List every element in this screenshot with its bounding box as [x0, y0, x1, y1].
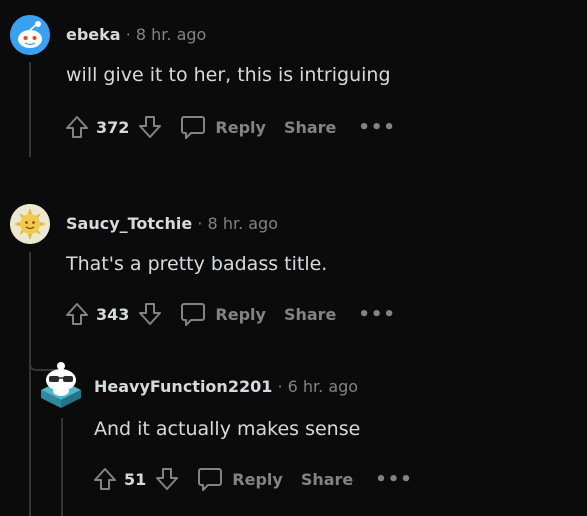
timestamp[interactable]: 6 hr. ago — [288, 377, 358, 396]
user-avatar[interactable] — [38, 358, 84, 408]
comment-text: And it actually makes sense — [94, 418, 361, 440]
vote-score: 51 — [124, 469, 147, 489]
comment-meta: HeavyFunction2201 · 6 hr. ago — [94, 377, 358, 396]
downvote-icon[interactable] — [154, 466, 180, 492]
thread-collapse-line[interactable] — [61, 418, 63, 516]
share-button[interactable]: Share — [301, 470, 353, 489]
more-options-icon[interactable]: ••• — [375, 469, 413, 490]
comment-actions: 51 Reply Share ••• — [92, 463, 413, 495]
comment-3-reply: HeavyFunction2201 · 6 hr. ago And it act… — [0, 0, 587, 516]
snoo-sunglasses-avatar-icon — [41, 362, 81, 408]
reply-label: Reply — [232, 469, 283, 489]
username[interactable]: HeavyFunction2201 — [94, 377, 272, 396]
comment-bubble-icon — [198, 468, 223, 491]
meta-separator: · — [277, 377, 283, 396]
upvote-icon[interactable] — [92, 466, 118, 492]
reply-button[interactable]: Reply — [196, 465, 283, 493]
